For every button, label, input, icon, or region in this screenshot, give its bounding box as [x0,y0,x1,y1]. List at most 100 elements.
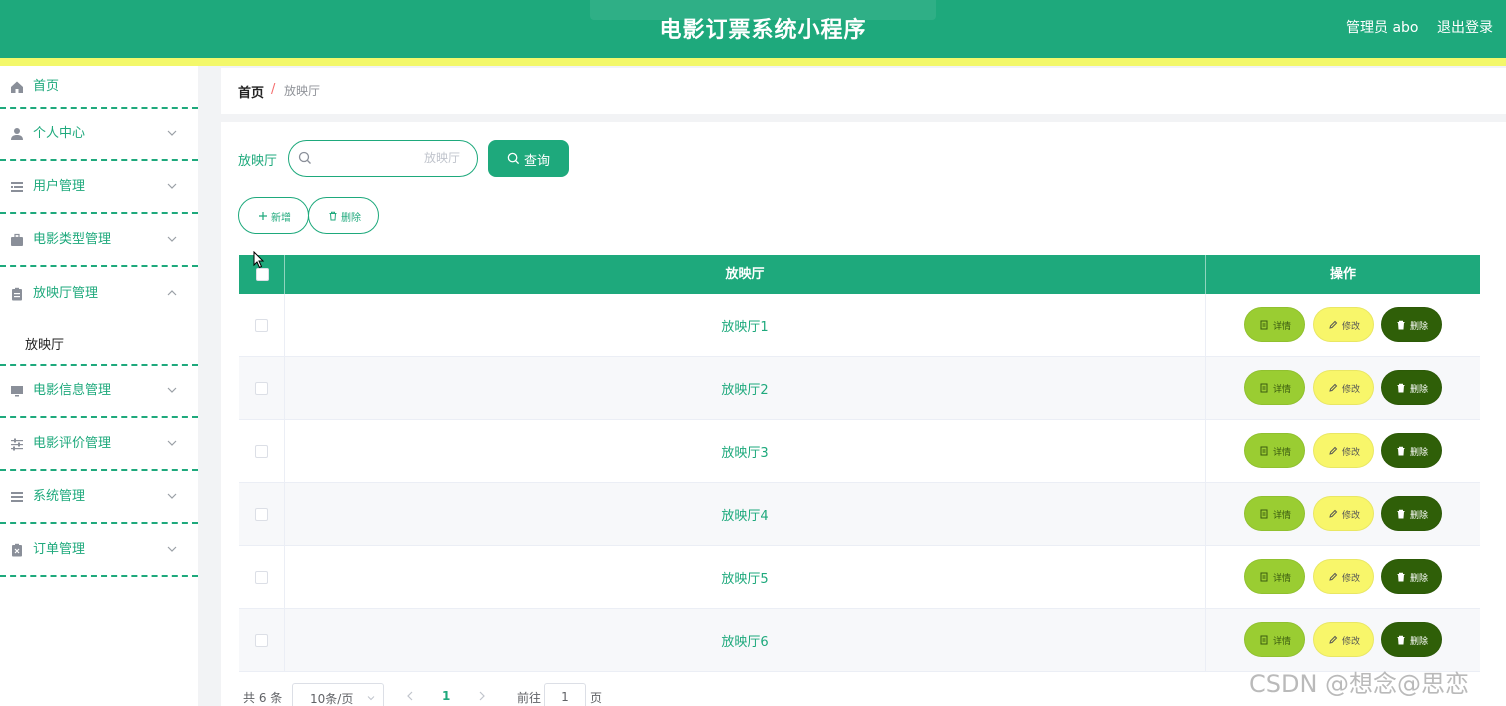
admin-user-label: 管理员 abo [1346,20,1419,36]
edit-icon [1329,446,1338,455]
edit-button[interactable]: 修改 [1313,370,1374,405]
sidebar-subitem-label: 放映厅 [25,338,65,353]
edit-icon [1329,635,1338,644]
detail-button-label: 详情 [1273,637,1292,647]
column-header-hall: 放映厅 [725,267,765,282]
detail-button[interactable]: 详情 [1244,622,1305,657]
monitor-icon [11,386,23,397]
table-row: 放映厅5 详情 修改 删除 [239,546,1480,609]
edit-button-label: 修改 [1342,322,1361,332]
sidebar-item-hall-management[interactable]: 放映厅管理 放映厅 [0,268,198,366]
edit-button-label: 修改 [1342,511,1361,521]
delete-button[interactable]: 删除 [1381,307,1442,342]
chevron-down-icon [167,236,177,242]
pagination-page-1[interactable]: 1 [442,689,450,703]
user-icon [11,128,23,140]
table-row: 放映厅3 详情 修改 删除 [239,420,1480,483]
delete-button[interactable]: 删除 [1381,370,1442,405]
sidebar-item-label: 电影评价管理 [33,436,112,451]
table-row: 放映厅1 详情 修改 删除 [239,294,1480,357]
trash-icon [1397,320,1405,330]
edit-button[interactable]: 修改 [1313,559,1374,594]
row-checkbox[interactable] [255,319,268,332]
row-hall-name: 放映厅5 [721,572,769,587]
batch-delete-button[interactable]: 删除 [308,197,379,234]
detail-button[interactable]: 详情 [1244,370,1305,405]
edit-button[interactable]: 修改 [1313,622,1374,657]
chevron-down-icon [167,493,177,499]
cell-divider [1205,294,1206,357]
row-checkbox[interactable] [255,571,268,584]
sidebar-item-orders[interactable]: 订单管理 [0,525,198,577]
row-checkbox[interactable] [255,634,268,647]
clipboard-icon [12,287,22,301]
table-header: 放映厅 操作 [239,255,1480,294]
sidebar-item-label: 电影类型管理 [33,232,112,247]
delete-button[interactable]: 删除 [1381,496,1442,531]
query-button[interactable]: 查询 [488,140,569,177]
page-size-select[interactable]: 10条/页 [292,683,384,706]
row-hall-name: 放映厅6 [721,635,769,650]
row-checkbox[interactable] [255,382,268,395]
sidebar-item-personal-center[interactable]: 个人中心 [0,109,198,161]
sidebar-item-label: 订单管理 [33,542,86,557]
add-button[interactable]: 新增 [238,197,309,234]
edit-button[interactable]: 修改 [1313,496,1374,531]
delete-button-label: 删除 [1410,637,1429,647]
delete-button[interactable]: 删除 [1381,622,1442,657]
chevron-down-icon [167,440,177,446]
row-checkbox[interactable] [255,445,268,458]
document-icon [1260,635,1268,645]
chevron-down-icon [167,387,177,393]
sidebar-subitem-hall[interactable]: 放映厅 [0,320,198,366]
pagination-goto-input[interactable] [544,683,586,706]
row-checkbox[interactable] [255,508,268,521]
breadcrumb-home[interactable]: 首页 [238,82,264,101]
delete-button[interactable]: 删除 [1381,559,1442,594]
row-hall-name: 放映厅3 [721,446,769,461]
document-icon [1260,320,1268,330]
select-all-checkbox[interactable] [256,268,269,281]
detail-button[interactable]: 详情 [1244,307,1305,342]
page-size-value: 10条/页 [310,692,354,706]
chevron-right-icon[interactable] [476,689,488,703]
detail-button[interactable]: 详情 [1244,496,1305,531]
sidebar-item-movie-review[interactable]: 电影评价管理 [0,419,198,471]
sidebar-item-movie-info[interactable]: 电影信息管理 [0,366,198,418]
sidebar-item-label: 首页 [33,78,60,94]
sidebar-item-label: 个人中心 [33,126,86,141]
delete-button-label: 删除 [1410,511,1429,521]
cell-divider [1205,483,1206,546]
edit-icon [1329,383,1338,392]
detail-button[interactable]: 详情 [1244,559,1305,594]
trash-icon [1397,635,1405,645]
sidebar-item-system[interactable]: 系统管理 [0,472,198,524]
app-title: 电影订票系统小程序 [659,18,867,43]
edit-icon [1329,572,1338,581]
search-input[interactable] [320,148,460,168]
chevron-left-icon[interactable] [404,689,416,703]
list-icon [11,182,23,192]
sidebar-item-home[interactable]: 首页 [0,66,198,109]
cell-divider [1205,420,1206,483]
delete-button-label: 删除 [1410,448,1429,458]
plus-icon [259,212,267,220]
detail-button-label: 详情 [1273,385,1292,395]
detail-button[interactable]: 详情 [1244,433,1305,468]
sidebar-item-movie-type[interactable]: 电影类型管理 [0,215,198,267]
detail-button-label: 详情 [1273,511,1292,521]
sidebar-item-user-management[interactable]: 用户管理 [0,162,198,214]
home-icon [11,81,23,93]
delete-button-label: 删除 [1410,574,1429,584]
document-icon [1260,383,1268,393]
sidebar-item-label: 用户管理 [33,179,86,194]
row-hall-name: 放映厅2 [721,383,769,398]
edit-button[interactable]: 修改 [1313,307,1374,342]
sidebar-item-label: 系统管理 [33,489,86,504]
logout-link[interactable]: 退出登录 [1437,17,1493,37]
edit-button-label: 修改 [1342,637,1361,647]
edit-button[interactable]: 修改 [1313,433,1374,468]
delete-button[interactable]: 删除 [1381,433,1442,468]
cell-divider [1205,357,1206,420]
sliders-icon [11,438,23,451]
